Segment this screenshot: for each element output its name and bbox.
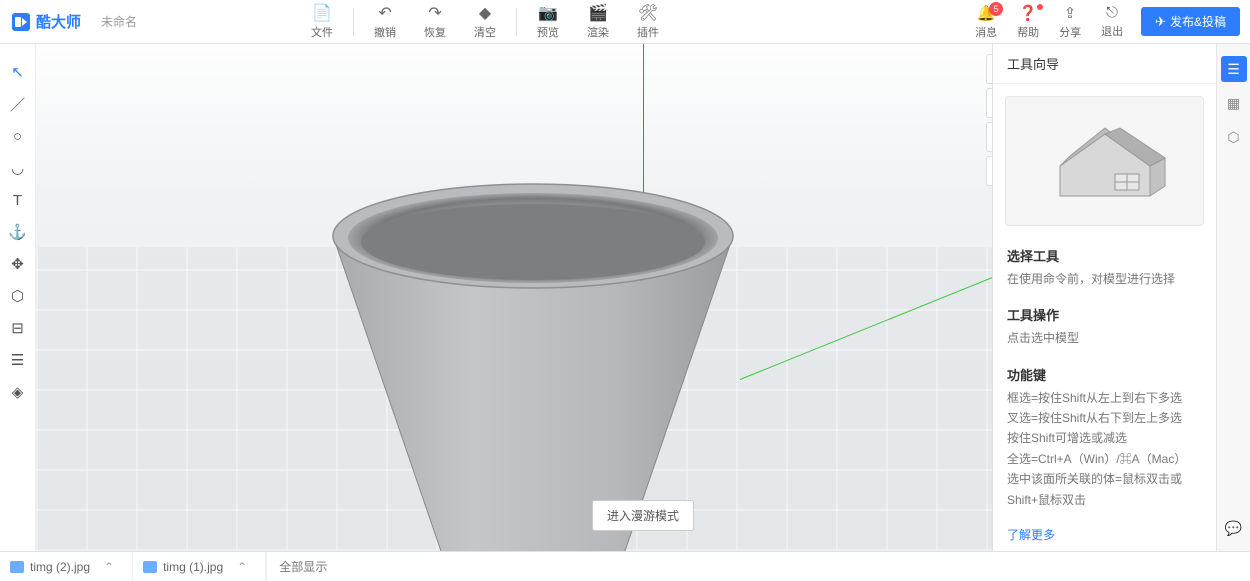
paint-tool[interactable]: ◈	[5, 376, 31, 408]
guide-preview	[1005, 96, 1204, 226]
far-right-bar: ☰ ▦ ⬡ 💬	[1216, 44, 1250, 551]
fn-line-4: 全选=Ctrl+A（Win）/⌘A（Mac）	[1007, 449, 1202, 469]
select-tool[interactable]: ↖	[5, 56, 31, 88]
publish-button[interactable]: 发布&投稿	[1141, 7, 1240, 36]
materials-tab-button[interactable]: ▦	[1221, 90, 1247, 116]
arc-tool[interactable]: ◡	[5, 152, 31, 184]
tab-label-2: timg (1).jpg	[163, 560, 223, 574]
message-badge: 5	[989, 2, 1003, 16]
undo-button[interactable]: ↶撤销	[360, 0, 410, 44]
camera-icon: 📷	[538, 4, 558, 22]
file-button[interactable]: 📄文件	[297, 0, 347, 44]
fn-line-1: 框选=按住Shift从左上到右下多选	[1007, 388, 1202, 408]
notify-dot	[1037, 4, 1043, 10]
tab-label-1: timg (2).jpg	[30, 560, 90, 574]
undo-icon: ↶	[378, 4, 391, 22]
learn-more-link[interactable]: 了解更多	[993, 518, 1216, 551]
select-tool-title: 选择工具	[1007, 246, 1202, 265]
plugin-button[interactable]: 🛠插件	[623, 0, 673, 44]
render-icon: 🎬	[588, 4, 608, 22]
eraser-icon: ◆	[479, 4, 491, 22]
image-icon	[10, 561, 24, 573]
feedback-button[interactable]: 💬	[1221, 515, 1247, 541]
file-icon: 📄	[312, 4, 332, 22]
guide-header: 工具向导	[993, 44, 1216, 84]
main-toolbar: 📄文件 ↶撤销 ↷恢复 ◆清空 📷预览 🎬渲染 🛠插件	[297, 0, 673, 44]
logo-icon	[12, 13, 30, 31]
redo-button[interactable]: ↷恢复	[410, 0, 460, 44]
share-icon: ⇪	[1064, 4, 1077, 22]
cube-tool[interactable]: ⬡	[5, 280, 31, 312]
image-icon	[143, 561, 157, 573]
help-button[interactable]: ❓帮助	[1007, 4, 1049, 40]
exit-icon: ⎋	[1106, 4, 1118, 21]
tool-op-title: 工具操作	[1007, 305, 1202, 324]
chevron-up-icon[interactable]: ⌃	[96, 560, 122, 574]
move-tool[interactable]: ✥	[5, 248, 31, 280]
help-icon: ❓	[1019, 4, 1038, 22]
guide-title: 工具向导	[1007, 54, 1059, 73]
preview-button[interactable]: 📷预览	[523, 0, 573, 44]
chevron-up-icon[interactable]: ⌃	[229, 560, 255, 574]
left-toolbar: ↖ ／ ○ ◡ T ⚓ ✥ ⬡ ⊟ ☰ ◈	[0, 44, 36, 551]
model-vase[interactable]	[303, 166, 763, 551]
tool-guide-panel: 工具向导 选择工具 在使用命令前，对模型进行选择 工具操作 点击选中模型 功能键…	[992, 44, 1216, 551]
line-tool[interactable]: ／	[5, 88, 31, 120]
show-all-button[interactable]: 全部显示	[266, 552, 339, 581]
asset-tab-2[interactable]: timg (1).jpg ⌃	[133, 552, 266, 581]
redo-icon: ↷	[428, 4, 441, 22]
app-logo[interactable]: 酷大师	[0, 11, 93, 32]
right-actions: 🔔5消息 ❓帮助 ⇪分享 ⎋退出 发布&投稿	[965, 4, 1250, 40]
asset-tab-1[interactable]: timg (2).jpg ⌃	[0, 552, 133, 581]
text-tool[interactable]: T	[5, 184, 31, 216]
clear-button[interactable]: ◆清空	[460, 0, 510, 44]
models-tab-button[interactable]: ⬡	[1221, 124, 1247, 150]
anchor-tool[interactable]: ⚓	[5, 216, 31, 248]
circle-tool[interactable]: ○	[5, 120, 31, 152]
render-button[interactable]: 🎬渲染	[573, 0, 623, 44]
doc-name: 未命名	[101, 13, 137, 30]
roam-mode-button[interactable]: 进入漫游模式	[592, 500, 694, 531]
message-button[interactable]: 🔔5消息	[965, 4, 1007, 40]
exit-button[interactable]: ⎋退出	[1091, 4, 1133, 39]
tool-op-desc: 点击选中模型	[1007, 328, 1202, 348]
bottom-bar: timg (2).jpg ⌃ timg (1).jpg ⌃ 全部显示	[0, 551, 1250, 581]
align-tool[interactable]: ☰	[5, 344, 31, 376]
plugin-icon: 🛠	[638, 4, 658, 22]
fn-line-3: 按住Shift可增选或减选	[1007, 428, 1202, 448]
app-name: 酷大师	[36, 11, 81, 32]
fn-line-2: 叉选=按住Shift从右下到左上多选	[1007, 408, 1202, 428]
top-bar: 酷大师 未命名 📄文件 ↶撤销 ↷恢复 ◆清空 📷预览 🎬渲染 🛠插件 🔔5消息…	[0, 0, 1250, 44]
measure-tool[interactable]: ⊟	[5, 312, 31, 344]
share-button[interactable]: ⇪分享	[1049, 4, 1091, 40]
fn-line-5: 选中该面所关联的体=鼠标双击或Shift+鼠标双击	[1007, 469, 1202, 510]
select-tool-desc: 在使用命令前，对模型进行选择	[1007, 269, 1202, 289]
guide-tab-button[interactable]: ☰	[1221, 56, 1247, 82]
fn-keys-title: 功能键	[1007, 365, 1202, 384]
